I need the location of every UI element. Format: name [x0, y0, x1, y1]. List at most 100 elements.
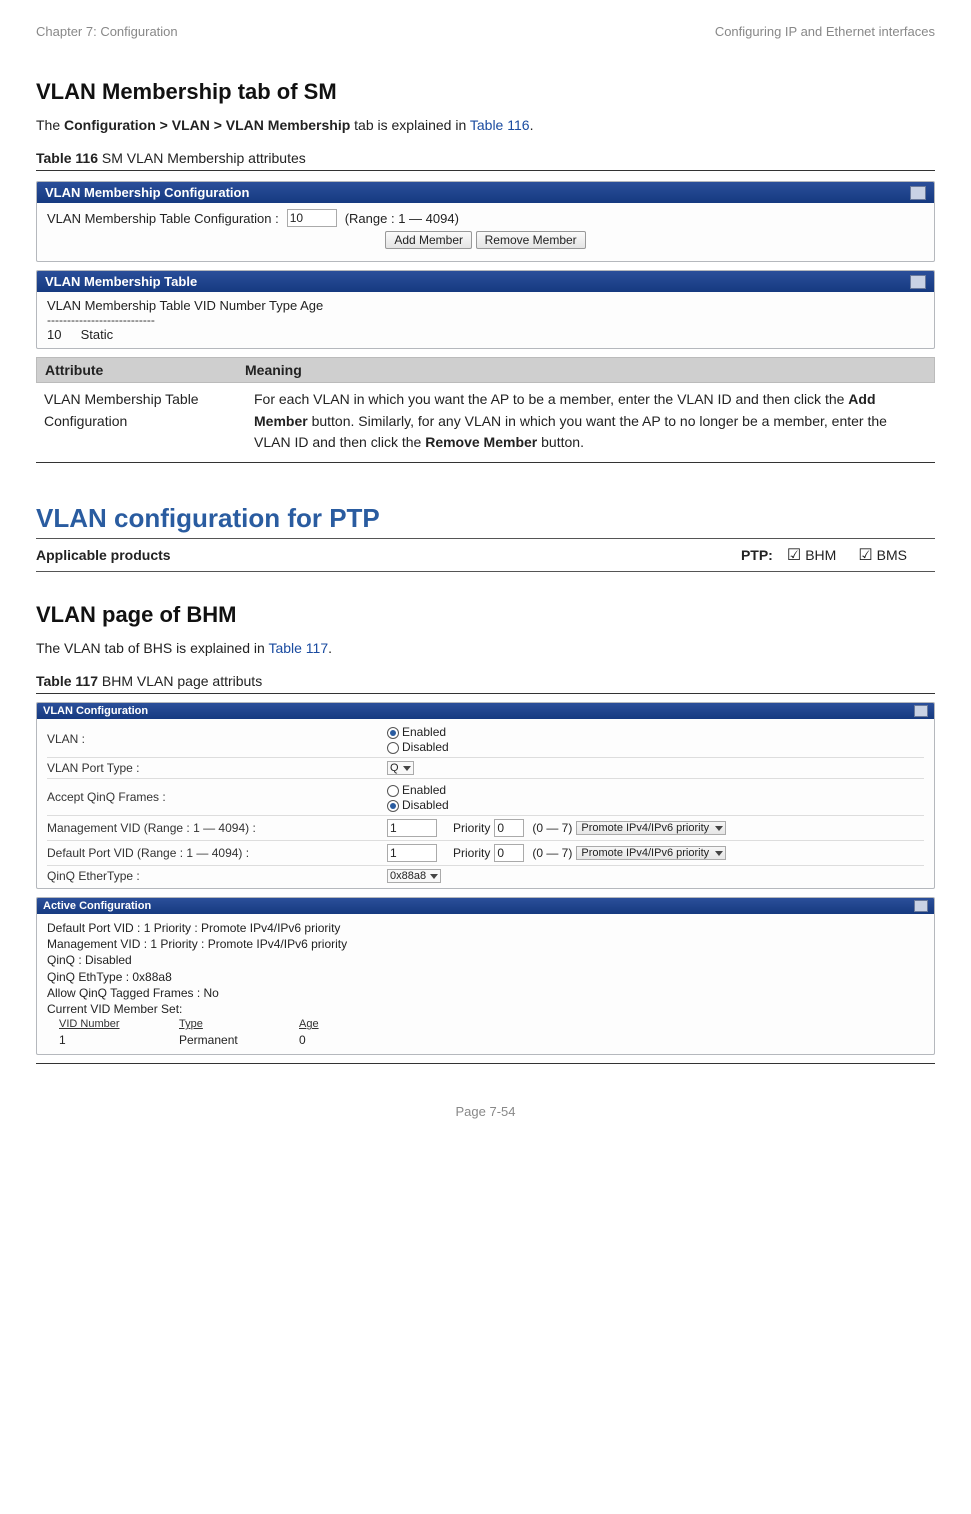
- panel-collapse-icon-4[interactable]: [914, 900, 928, 912]
- label-disabled: Disabled: [402, 740, 449, 754]
- qinq-frames-label: Accept QinQ Frames :: [47, 790, 387, 804]
- panel-collapse-icon[interactable]: [910, 186, 926, 200]
- attr-table-row-1: VLAN Membership Table Configuration For …: [36, 383, 935, 460]
- caption-rule-1: [36, 170, 935, 171]
- s3-intro-pre: The VLAN tab of BHS is explained in: [36, 640, 268, 656]
- membership-table-divider: ---------------------------: [47, 313, 924, 327]
- label-qinq-enabled: Enabled: [402, 783, 446, 797]
- row1-vid: 10: [47, 327, 77, 342]
- bms-label: BMS: [877, 547, 907, 563]
- mgmt-priority-range: (0 — 7): [532, 821, 572, 835]
- default-priority-select[interactable]: Promote IPv4/IPv6 priority: [576, 846, 726, 860]
- port-type-value: Q: [390, 762, 399, 774]
- meaning-b2: Remove Member: [425, 434, 537, 450]
- applicable-products-label: Applicable products: [36, 547, 741, 563]
- default-priority-label: Priority: [453, 846, 490, 860]
- default-vid-input[interactable]: 1: [387, 844, 437, 862]
- active-col-h3: Age: [299, 1017, 319, 1032]
- radio-qinq-disabled[interactable]: [387, 800, 399, 812]
- bhm-label: BHM: [805, 547, 836, 563]
- intro-end: .: [530, 117, 534, 133]
- attr-bottom-rule: [36, 462, 935, 463]
- table-116-caption-bold: Table 116: [36, 150, 98, 166]
- panel-header-membership-table: VLAN Membership Table: [37, 271, 934, 292]
- attr-row1-attribute: VLAN Membership Table Configuration: [44, 389, 254, 454]
- panel-collapse-icon-2[interactable]: [910, 275, 926, 289]
- qinq-ether-label: QinQ EtherType :: [47, 869, 387, 883]
- radio-vlan-disabled[interactable]: [387, 742, 399, 754]
- intro-prefix: The: [36, 117, 64, 133]
- check-bhm-icon: ☑: [787, 545, 801, 565]
- ptp-label: PTP:: [741, 547, 773, 563]
- default-priority-range: (0 — 7): [532, 846, 572, 860]
- section-vlan-config-ptp-title: VLAN configuration for PTP: [36, 503, 935, 534]
- header-left: Chapter 7: Configuration: [36, 24, 178, 39]
- mgmt-priority-input[interactable]: 0: [494, 819, 524, 837]
- mgmt-priority-select[interactable]: Promote IPv4/IPv6 priority: [576, 821, 726, 835]
- chevron-down-icon-2: [715, 826, 723, 831]
- chevron-down-icon-3: [715, 851, 723, 856]
- active-line-5: Allow QinQ Tagged Frames : No: [47, 985, 924, 1001]
- mgmt-vid-input[interactable]: 1: [387, 819, 437, 837]
- membership-config-row-label: VLAN Membership Table Configuration :: [47, 211, 279, 226]
- membership-config-value-input[interactable]: 10: [287, 209, 337, 227]
- chevron-down-icon-4: [430, 874, 438, 879]
- panel-title-active-configuration: Active Configuration: [43, 900, 151, 912]
- port-type-select[interactable]: Q: [387, 761, 414, 775]
- panel-title-vlan-configuration: VLAN Configuration: [43, 705, 148, 717]
- radio-vlan-enabled[interactable]: [387, 727, 399, 739]
- port-type-label: VLAN Port Type :: [47, 761, 387, 775]
- link-table-117[interactable]: Table 117: [268, 640, 328, 656]
- row1-type: Static: [81, 327, 114, 342]
- default-vid-label: Default Port VID (Range : 1 — 4094) :: [47, 846, 387, 860]
- active-line-2: Management VID : 1 Priority : Promote IP…: [47, 936, 924, 952]
- active-col-h1: VID Number: [59, 1017, 139, 1032]
- panel-vlan-membership-table: VLAN Membership Table VLAN Membership Ta…: [36, 270, 935, 349]
- table-117-caption: Table 117 BHM VLAN page attributs: [36, 673, 935, 689]
- link-table-116[interactable]: Table 116: [470, 117, 530, 133]
- panel-collapse-icon-3[interactable]: [914, 705, 928, 717]
- panel-header-active-configuration: Active Configuration: [37, 898, 934, 914]
- chevron-down-icon: [403, 766, 411, 771]
- vlan-row-label: VLAN :: [47, 732, 387, 746]
- default-priority-input[interactable]: 0: [494, 844, 524, 862]
- section-vlan-membership-sm-title: VLAN Membership tab of SM: [36, 79, 935, 105]
- active-line-4: QinQ EthType : 0x88a8: [47, 969, 924, 985]
- add-member-button[interactable]: Add Member: [385, 231, 472, 249]
- active-col-h2: Type: [179, 1017, 259, 1032]
- label-qinq-disabled: Disabled: [402, 798, 449, 812]
- remove-member-button[interactable]: Remove Member: [476, 231, 586, 249]
- membership-config-range: (Range : 1 — 4094): [345, 211, 459, 226]
- bottom-rule: [36, 1063, 935, 1064]
- section3-intro: The VLAN tab of BHS is explained in Tabl…: [36, 638, 935, 659]
- page-footer: Page 7-54: [36, 1104, 935, 1119]
- intro-bold: Configuration > VLAN > VLAN Membership: [64, 117, 350, 133]
- active-line-3: QinQ : Disabled: [47, 952, 924, 968]
- page-header: Chapter 7: Configuration Configuring IP …: [36, 24, 935, 39]
- mgmt-vid-label: Management VID (Range : 1 — 4094) :: [47, 821, 387, 835]
- radio-qinq-enabled[interactable]: [387, 785, 399, 797]
- attr-header-meaning: Meaning: [245, 362, 302, 378]
- section1-intro: The Configuration > VLAN > VLAN Membersh…: [36, 115, 935, 136]
- active-line-1: Default Port VID : 1 Priority : Promote …: [47, 920, 924, 936]
- attr-header-attribute: Attribute: [45, 362, 245, 378]
- attr-row1-meaning: For each VLAN in which you want the AP t…: [254, 389, 927, 454]
- panel-title-membership-config: VLAN Membership Configuration: [45, 185, 249, 200]
- active-line-6: Current VID Member Set:: [47, 1001, 924, 1017]
- active-row-v2: Permanent: [179, 1032, 259, 1048]
- active-row-v3: 0: [299, 1032, 306, 1048]
- panel-active-configuration: Active Configuration Default Port VID : …: [36, 897, 935, 1055]
- meaning-post: button.: [537, 434, 584, 450]
- s3-intro-post: .: [328, 640, 332, 656]
- meaning-pre: For each VLAN in which you want the AP t…: [254, 391, 848, 407]
- mgmt-priority-label: Priority: [453, 821, 490, 835]
- panel-header-membership-config: VLAN Membership Configuration: [37, 182, 934, 203]
- panel-header-vlan-configuration: VLAN Configuration: [37, 703, 934, 719]
- table-117-caption-bold: Table 117: [36, 673, 98, 689]
- mgmt-priority-select-value: Promote IPv4/IPv6 priority: [581, 822, 709, 834]
- table-116-caption: Table 116 SM VLAN Membership attributes: [36, 150, 935, 166]
- panel-vlan-configuration: VLAN Configuration VLAN : Enabled Disabl…: [36, 702, 935, 889]
- qinq-ether-select[interactable]: 0x88a8: [387, 869, 441, 883]
- active-row-v1: 1: [59, 1032, 139, 1048]
- membership-table-row-1: 10 Static: [47, 327, 924, 342]
